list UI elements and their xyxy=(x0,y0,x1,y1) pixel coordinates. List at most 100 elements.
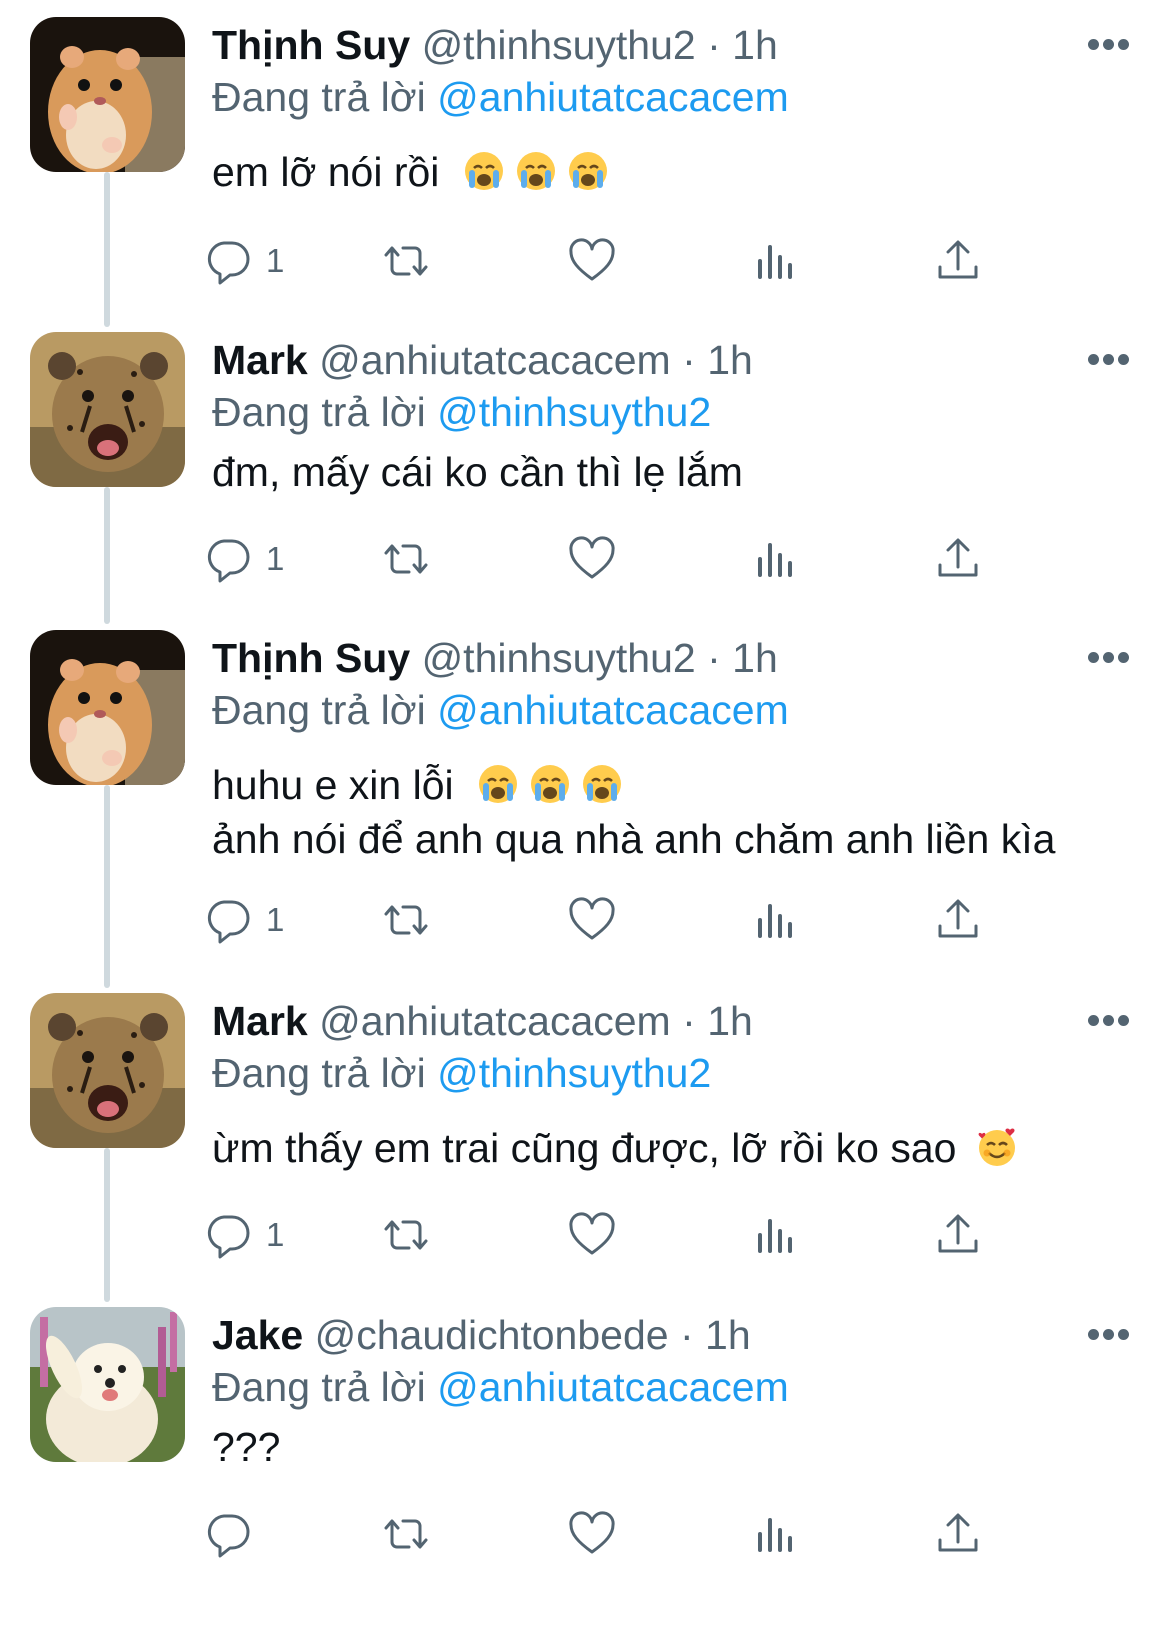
replying-to-label: Đang trả lời xyxy=(212,1050,426,1096)
share-icon xyxy=(938,1214,978,1253)
avatar[interactable] xyxy=(30,332,185,487)
reply-button[interactable]: 1 xyxy=(204,1207,284,1263)
mention-link[interactable]: @anhiutatcacacem xyxy=(437,687,789,733)
share-button[interactable] xyxy=(934,1506,982,1562)
retweet-button[interactable] xyxy=(382,1207,430,1263)
like-button[interactable] xyxy=(568,1207,616,1263)
retweet-button[interactable] xyxy=(382,892,430,948)
crying-face-emoji xyxy=(464,152,503,190)
cheetah-cub-avatar-image xyxy=(30,332,185,487)
reply-button[interactable]: 1 xyxy=(204,531,284,587)
analytics-icon xyxy=(758,904,792,938)
display-name[interactable]: Mark xyxy=(212,337,308,383)
analytics-button[interactable] xyxy=(752,1506,800,1562)
handle[interactable]: @anhiutatcacacem xyxy=(319,337,671,383)
reply-icon xyxy=(207,1514,250,1558)
replying-to: Đang trả lời @thinhsuythu2 xyxy=(212,384,711,440)
share-button[interactable] xyxy=(934,233,982,289)
reply-button[interactable] xyxy=(204,1506,266,1562)
share-icon xyxy=(938,240,978,279)
handle[interactable]: @thinhsuythu2 xyxy=(422,22,696,68)
share-button[interactable] xyxy=(934,892,982,948)
timestamp[interactable]: 1h xyxy=(732,22,778,68)
analytics-button[interactable] xyxy=(752,531,800,587)
like-button[interactable] xyxy=(568,892,616,948)
display-name[interactable]: Thịnh Suy xyxy=(212,22,410,68)
reply-icon xyxy=(207,1215,250,1259)
timestamp[interactable]: 1h xyxy=(707,337,753,383)
display-name[interactable]: Jake xyxy=(212,1312,303,1358)
handle[interactable]: @anhiutatcacacem xyxy=(319,998,671,1044)
tweet-text: đm, mấy cái ko cần thì lẹ lắm xyxy=(212,445,743,499)
analytics-button[interactable] xyxy=(752,892,800,948)
more-options-icon[interactable] xyxy=(1088,1329,1130,1341)
retweet-icon xyxy=(384,905,428,935)
retweet-icon xyxy=(384,246,428,276)
like-icon xyxy=(569,897,615,940)
display-name[interactable]: Mark xyxy=(212,998,308,1044)
mention-link[interactable]: @thinhsuythu2 xyxy=(437,389,711,435)
replying-to: Đang trả lời @anhiutatcacacem xyxy=(212,69,789,125)
like-button[interactable] xyxy=(568,233,616,289)
reply-icon xyxy=(207,539,250,583)
analytics-icon xyxy=(758,1219,792,1253)
retweet-button[interactable] xyxy=(382,233,430,289)
timestamp[interactable]: 1h xyxy=(705,1312,751,1358)
retweet-icon xyxy=(384,1519,428,1549)
reply-button[interactable]: 1 xyxy=(204,892,284,948)
separator: · xyxy=(682,998,696,1044)
like-button[interactable] xyxy=(568,1506,616,1562)
hamster-avatar-image xyxy=(30,17,185,172)
reply-count: 1 xyxy=(266,1216,285,1253)
tweet-text-line: ảnh nói để anh qua nhà anh chăm anh liền… xyxy=(212,816,1056,862)
retweet-button[interactable] xyxy=(382,1506,430,1562)
avatar[interactable] xyxy=(30,1307,185,1462)
retweet-icon xyxy=(384,544,428,574)
tweet-header: Thịnh Suy @thinhsuythu2 · 1h xyxy=(212,630,778,686)
crying-face-emoji-group xyxy=(451,149,619,195)
tweet-header: Mark @anhiutatcacacem · 1h xyxy=(212,993,753,1049)
mention-link[interactable]: @thinhsuythu2 xyxy=(437,1050,711,1096)
more-options-icon[interactable] xyxy=(1088,652,1130,664)
like-button[interactable] xyxy=(568,531,616,587)
handle[interactable]: @chaudichtonbede xyxy=(315,1312,669,1358)
avatar[interactable] xyxy=(30,17,185,172)
hamster-avatar-image xyxy=(30,630,185,785)
samoyed-dog-avatar-image xyxy=(30,1307,185,1462)
analytics-button[interactable] xyxy=(752,1207,800,1263)
reply-count: 1 xyxy=(266,242,285,279)
smiling-face-with-hearts-emoji xyxy=(978,1128,1015,1166)
tweet-actions: 1 xyxy=(207,233,1112,289)
timestamp[interactable]: 1h xyxy=(732,635,778,681)
tweet-text: ừm thấy em trai cũng được, lỡ rồi ko sao xyxy=(212,1121,1028,1175)
replying-to-label: Đang trả lời xyxy=(212,1364,426,1410)
replying-to-label: Đang trả lời xyxy=(212,74,426,120)
like-icon xyxy=(569,1511,615,1554)
cheetah-cub-avatar-image xyxy=(30,993,185,1148)
share-button[interactable] xyxy=(934,1207,982,1263)
display-name[interactable]: Thịnh Suy xyxy=(212,635,410,681)
retweet-button[interactable] xyxy=(382,531,430,587)
reply-button[interactable]: 1 xyxy=(204,233,284,289)
analytics-button[interactable] xyxy=(752,233,800,289)
reply-count: 1 xyxy=(266,540,285,577)
reply-count: 1 xyxy=(266,901,285,938)
crying-face-emoji xyxy=(531,765,570,803)
tweet-text: huhu e xin lỗi ảnh nói để anh qua nhà an… xyxy=(212,758,1055,866)
handle[interactable]: @thinhsuythu2 xyxy=(422,635,696,681)
mention-link[interactable]: @anhiutatcacacem xyxy=(437,74,789,120)
avatar[interactable] xyxy=(30,993,185,1148)
timestamp[interactable]: 1h xyxy=(707,998,753,1044)
like-icon xyxy=(569,1212,615,1255)
thread-line xyxy=(104,172,110,327)
tweet-header: Thịnh Suy @thinhsuythu2 · 1h xyxy=(212,17,778,73)
crying-face-emoji xyxy=(516,152,555,190)
mention-link[interactable]: @anhiutatcacacem xyxy=(437,1364,789,1410)
tweet-actions: 1 xyxy=(207,1207,1112,1263)
more-options-icon[interactable] xyxy=(1088,1015,1130,1027)
share-button[interactable] xyxy=(934,531,982,587)
more-options-icon[interactable] xyxy=(1088,354,1130,366)
avatar[interactable] xyxy=(30,630,185,785)
tweet-text-line: đm, mấy cái ko cần thì lẹ lắm xyxy=(212,449,743,495)
more-options-icon[interactable] xyxy=(1088,39,1130,51)
